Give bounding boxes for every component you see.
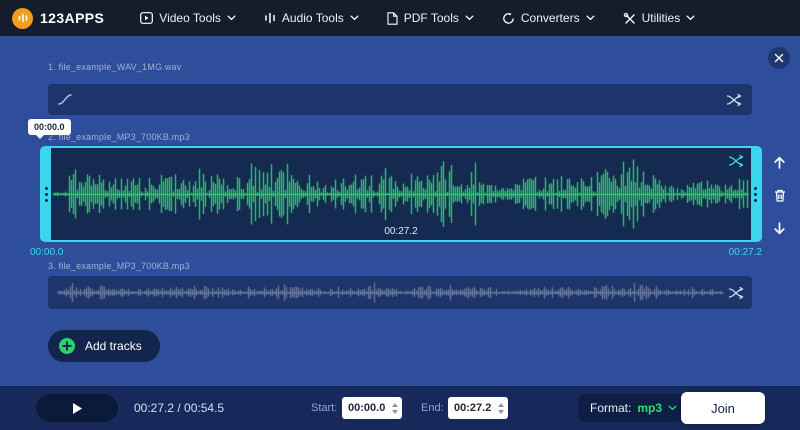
close-button[interactable]: [768, 47, 790, 69]
start-label: Start:: [311, 402, 337, 414]
add-tracks-label: Add tracks: [85, 339, 142, 353]
chevron-down-icon: [227, 15, 236, 21]
start-time-input[interactable]: [348, 402, 392, 414]
top-navbar: 123APPS Video Tools Audio Tools PDF Tool…: [0, 0, 800, 36]
add-tracks-button[interactable]: Add tracks: [48, 330, 160, 362]
playhead-time: 00:27.2: [384, 226, 417, 237]
play-icon: [72, 402, 83, 415]
time-display: 00:27.2 / 00:54.5: [134, 401, 224, 415]
arrow-down-icon: [772, 221, 787, 236]
chevron-down-icon: [686, 15, 695, 21]
track1-filename: 1. file_example_WAV_1MG.wav: [48, 62, 181, 72]
logo[interactable]: 123APPS: [12, 8, 104, 29]
grip-dots: [45, 193, 48, 196]
arrow-up-icon: [772, 155, 787, 170]
trim-handle-left[interactable]: [42, 148, 51, 240]
logo-text: 123APPS: [40, 10, 104, 26]
stepper-down-icon[interactable]: [392, 410, 398, 414]
join-button[interactable]: Join: [681, 392, 765, 424]
stepper-up-icon[interactable]: [498, 403, 504, 407]
track1-strip[interactable]: [48, 84, 752, 115]
track3-filename: 3. file_example_MP3_700KB.mp3: [48, 261, 190, 271]
trim-handle-right[interactable]: [751, 148, 760, 240]
chevron-down-icon: [586, 15, 595, 21]
waveform-canvas[interactable]: [56, 280, 726, 305]
stepper-up-icon[interactable]: [392, 403, 398, 407]
pdf-tools-icon: [387, 12, 398, 25]
crossfade-icon[interactable]: [728, 287, 744, 299]
menu-pdf-tools[interactable]: PDF Tools: [387, 11, 474, 25]
stepper-down-icon[interactable]: [498, 410, 504, 414]
menu-audio-tools[interactable]: Audio Tools: [264, 11, 359, 25]
delete-track-button[interactable]: [773, 188, 787, 203]
plus-icon: [58, 337, 76, 355]
grip-dots: [754, 193, 757, 196]
trim-start-tooltip: 00:00.0: [28, 119, 71, 135]
chevron-down-icon: [350, 15, 359, 21]
chevron-down-icon: [465, 15, 474, 21]
video-tools-icon: [140, 12, 153, 24]
crossfade-icon[interactable]: [726, 94, 742, 106]
play-button[interactable]: [36, 394, 118, 422]
menu-converters[interactable]: Converters: [502, 11, 595, 25]
audio-joiner-app: 123APPS Video Tools Audio Tools PDF Tool…: [0, 0, 800, 430]
menu-utilities[interactable]: Utilities: [623, 11, 696, 25]
menu-video-tools[interactable]: Video Tools: [140, 11, 236, 25]
fade-icon[interactable]: [58, 94, 72, 105]
track2-end-time: 00:27.2: [729, 247, 762, 258]
chevron-down-icon: [668, 405, 677, 411]
end-time-input[interactable]: [454, 402, 498, 414]
start-time-field: [342, 397, 402, 419]
bottom-toolbar: 00:27.2 / 00:54.5 Start: End: Format: mp…: [0, 386, 800, 430]
menu-label: Utilities: [642, 11, 681, 25]
end-time-field: [448, 397, 508, 419]
track3-strip[interactable]: [48, 276, 752, 309]
trash-icon: [773, 188, 787, 203]
menu-label: PDF Tools: [404, 11, 459, 25]
menu-label: Video Tools: [159, 11, 221, 25]
main-menu: Video Tools Audio Tools PDF Tools Conver…: [140, 11, 695, 25]
move-up-button[interactable]: [772, 155, 787, 170]
move-down-button[interactable]: [772, 221, 787, 236]
converters-icon: [502, 12, 515, 25]
menu-label: Converters: [521, 11, 580, 25]
audio-tools-icon: [264, 12, 276, 24]
logo-icon: [12, 8, 33, 29]
format-value: mp3: [637, 401, 662, 415]
menu-label: Audio Tools: [282, 11, 344, 25]
end-stepper: [498, 403, 504, 414]
selected-track[interactable]: 00:27.2: [40, 146, 762, 242]
start-stepper: [392, 403, 398, 414]
end-label: End:: [421, 402, 444, 414]
track-controls: [772, 155, 787, 236]
utilities-icon: [623, 12, 636, 25]
format-dropdown[interactable]: Format: mp3: [578, 394, 689, 422]
format-label: Format:: [590, 401, 631, 415]
track2-start-time: 00:00.0: [30, 247, 63, 258]
close-icon: [774, 53, 784, 63]
crossfade-icon[interactable]: [728, 155, 744, 167]
